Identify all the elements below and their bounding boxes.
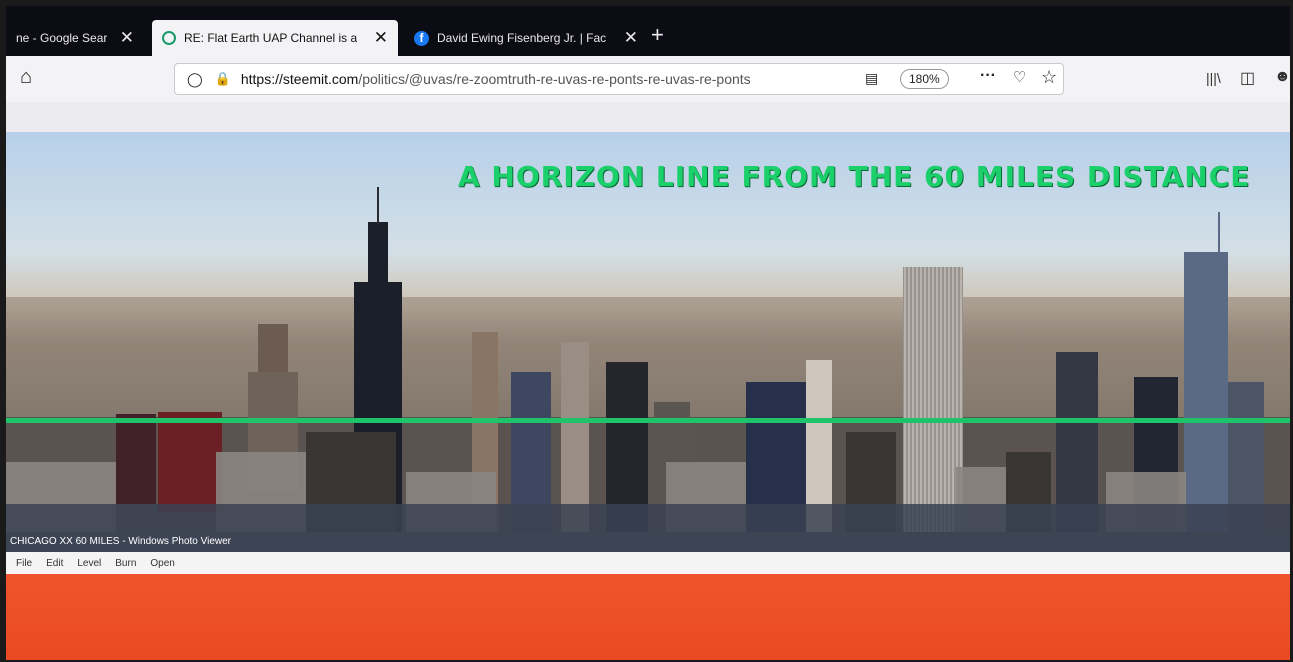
- shield-icon[interactable]: ◯: [187, 71, 203, 88]
- tab-title: RE: Flat Earth UAP Channel is a: [184, 31, 358, 45]
- url-path: /politics/@uvas/re-zoomtruth-re-uvas-re-…: [358, 71, 751, 87]
- page-top-margin: [6, 102, 1290, 132]
- library-icon[interactable]: |||\: [1206, 70, 1221, 86]
- facebook-icon: f: [414, 30, 429, 46]
- url-text[interactable]: https://steemit.com/politics/@uvas/re-zo…: [241, 71, 821, 87]
- menu-edit[interactable]: Edit: [46, 558, 63, 569]
- menu-level[interactable]: Level: [77, 558, 101, 569]
- viewer-menu-bar: File Edit Level Burn Open: [6, 552, 1290, 574]
- menu-burn[interactable]: Burn: [115, 558, 136, 569]
- url-host: https://steemit.com: [240, 71, 359, 87]
- viewer-caption-bar: CHICAGO XX 60 MILES - Windows Photo View…: [6, 532, 1290, 552]
- skyline-photo: A HORIZON LINE FROM THE 60 MILES DISTANC…: [6, 132, 1290, 532]
- reader-view-icon[interactable]: ▤: [865, 70, 878, 87]
- menu-open[interactable]: Open: [150, 558, 174, 569]
- tab-title: ne - Google Sear: [16, 31, 108, 45]
- tab-title: David Ewing Fisenberg Jr. | Fac: [437, 31, 607, 45]
- tab-strip: ne - Google Sear ✕ RE: Flat Earth UAP Ch…: [6, 6, 1290, 56]
- navigation-bar: ⌂ ◯ 🔒 https://steemit.com/politics/@uvas…: [6, 56, 1290, 103]
- sidebar-icon[interactable]: ◫: [1240, 68, 1255, 88]
- steemit-icon: [162, 31, 176, 45]
- url-bar[interactable]: ◯ 🔒 https://steemit.com/politics/@uvas/r…: [174, 63, 1064, 95]
- home-icon[interactable]: ⌂: [20, 66, 32, 89]
- lock-icon[interactable]: 🔒: [215, 71, 231, 87]
- new-tab-button[interactable]: +: [651, 22, 664, 48]
- tab-google-search[interactable]: ne - Google Sear ✕: [6, 20, 144, 56]
- tab-steemit[interactable]: RE: Flat Earth UAP Channel is a ✕: [152, 20, 398, 56]
- menu-file[interactable]: File: [16, 558, 32, 569]
- close-icon[interactable]: ✕: [374, 28, 388, 48]
- zoom-level-badge[interactable]: 180%: [900, 69, 949, 89]
- close-icon[interactable]: ✕: [624, 28, 638, 48]
- account-icon[interactable]: ☻: [1274, 68, 1290, 86]
- photo-headline: A HORIZON LINE FROM THE 60 MILES DISTANC…: [458, 160, 1251, 193]
- bookmark-star-icon[interactable]: ☆: [1041, 67, 1057, 88]
- monitor-screen: ne - Google Sear ✕ RE: Flat Earth UAP Ch…: [6, 6, 1290, 660]
- horizon-line: [6, 418, 1290, 423]
- close-icon[interactable]: ✕: [120, 28, 134, 48]
- tab-facebook[interactable]: f David Ewing Fisenberg Jr. | Fac ✕: [404, 20, 648, 56]
- orange-banner: [6, 574, 1290, 660]
- page-actions-menu[interactable]: ···: [980, 67, 996, 85]
- pocket-icon[interactable]: ♡: [1013, 68, 1026, 86]
